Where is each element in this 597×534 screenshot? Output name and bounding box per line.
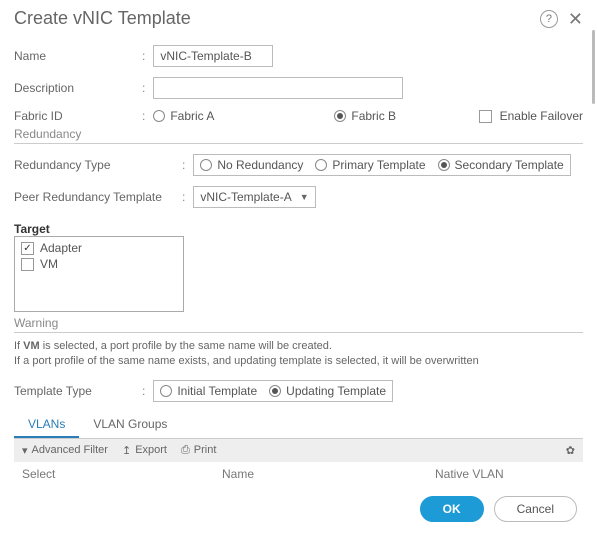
- name-input[interactable]: [153, 45, 273, 67]
- warning-label: Warning: [14, 316, 583, 330]
- peer-template-label: Peer Redundancy Template: [14, 190, 182, 204]
- dialog-scrollbar[interactable]: [592, 30, 595, 104]
- chevron-down-icon: ▼: [300, 192, 309, 202]
- description-label: Description: [14, 81, 142, 95]
- initial-template-option[interactable]: Initial Template: [160, 384, 257, 398]
- template-type-group: Initial Template Updating Template: [153, 380, 393, 402]
- target-label: Target: [14, 222, 583, 236]
- col-header-native: Native VLAN: [435, 467, 575, 481]
- dialog-title: Create vNIC Template: [14, 8, 191, 29]
- peer-template-value: vNIC-Template-A: [200, 190, 291, 204]
- print-button[interactable]: ⎙ Print: [181, 444, 216, 457]
- checkbox-icon: [21, 258, 34, 271]
- export-button[interactable]: ↥ Export: [122, 444, 167, 457]
- template-type-label: Template Type: [14, 384, 142, 398]
- redundancy-secondary-option[interactable]: Secondary Template: [438, 158, 564, 172]
- peer-template-select[interactable]: vNIC-Template-A ▼: [193, 186, 315, 208]
- export-icon: ↥: [122, 444, 131, 457]
- redundancy-none-option[interactable]: No Redundancy: [200, 158, 303, 172]
- advanced-filter-button[interactable]: ▾ Advanced Filter: [22, 444, 108, 457]
- filter-icon: ▾: [22, 444, 28, 457]
- fabric-a-label: Fabric A: [170, 109, 214, 123]
- name-label: Name: [14, 49, 142, 63]
- cancel-button[interactable]: Cancel: [494, 496, 577, 522]
- target-adapter-item[interactable]: Adapter: [21, 241, 177, 255]
- radio-icon: [438, 159, 450, 171]
- fabric-id-label: Fabric ID: [14, 109, 142, 123]
- radio-icon: [334, 110, 346, 122]
- col-header-select: Select: [22, 467, 222, 481]
- fabric-b-option[interactable]: Fabric B: [334, 109, 396, 123]
- ok-button[interactable]: OK: [420, 496, 484, 522]
- updating-template-option[interactable]: Updating Template: [269, 384, 386, 398]
- radio-icon: [200, 159, 212, 171]
- checkbox-icon: [479, 110, 492, 123]
- target-listbox: Adapter VM: [14, 236, 184, 312]
- tab-vlans[interactable]: VLANs: [14, 412, 79, 438]
- fabric-a-option[interactable]: Fabric A: [153, 109, 214, 123]
- description-input[interactable]: [153, 77, 403, 99]
- redundancy-type-group: No Redundancy Primary Template Secondary…: [193, 154, 570, 176]
- checkbox-icon: [21, 242, 34, 255]
- fabric-b-label: Fabric B: [351, 109, 396, 123]
- help-icon[interactable]: ?: [540, 10, 558, 28]
- radio-icon: [153, 110, 165, 122]
- gear-icon[interactable]: ✿: [566, 444, 575, 457]
- target-vm-item[interactable]: VM: [21, 257, 177, 271]
- tab-vlan-groups[interactable]: VLAN Groups: [79, 412, 181, 438]
- radio-icon: [269, 385, 281, 397]
- enable-failover-label: Enable Failover: [500, 109, 583, 123]
- print-icon: ⎙: [181, 444, 190, 457]
- col-header-name: Name: [222, 467, 435, 481]
- redundancy-type-label: Redundancy Type: [14, 158, 182, 172]
- close-icon[interactable]: ✕: [568, 10, 583, 28]
- radio-icon: [315, 159, 327, 171]
- redundancy-primary-option[interactable]: Primary Template: [315, 158, 425, 172]
- warning-text: If VM is selected, a port profile by the…: [14, 339, 583, 370]
- radio-icon: [160, 385, 172, 397]
- redundancy-section-label: Redundancy: [14, 127, 583, 141]
- enable-failover-option[interactable]: Enable Failover: [479, 109, 583, 123]
